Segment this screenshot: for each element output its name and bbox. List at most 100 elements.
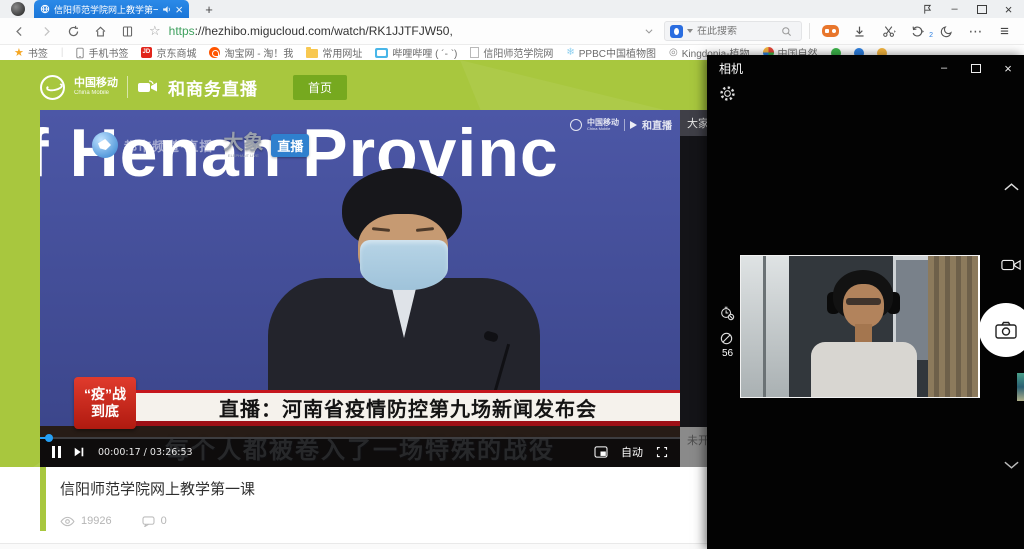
- collapse-chevron-icon[interactable]: [635, 26, 662, 36]
- page-icon: [470, 47, 479, 58]
- elephant-live-logo: 大象 ELEPHANT LIVE: [223, 133, 263, 158]
- camera-maximize-button[interactable]: [971, 64, 981, 73]
- bookmark-item[interactable]: 信阳师范学院网: [470, 45, 553, 60]
- news-banner: 直播：河南省疫情防控第九场新闻发布会: [136, 390, 680, 426]
- bookmark-item[interactable]: 手机书签: [76, 45, 128, 60]
- reading-list-icon[interactable]: [114, 25, 141, 38]
- browser-window-controls: [914, 0, 1022, 18]
- china-mobile-logo-text: 中国移动 China Mobile: [74, 78, 118, 96]
- bright-window: [741, 256, 789, 398]
- speaker-face-mask: [360, 240, 448, 290]
- header-divider: [127, 76, 128, 98]
- download-icon[interactable]: [846, 25, 873, 38]
- player-control-bar: 00:00:17 / 03:26:53 自动: [40, 437, 680, 467]
- undo-count-badge: 2: [929, 32, 933, 39]
- home-nav-button[interactable]: 首页: [293, 75, 347, 100]
- globe-icon: [40, 4, 50, 14]
- camera-title-bar[interactable]: 相机: [707, 55, 1024, 81]
- webcam-preview: [740, 255, 980, 398]
- pause-button[interactable]: [52, 446, 61, 458]
- quality-selector[interactable]: 自动: [621, 444, 643, 460]
- person-tshirt: [811, 342, 917, 398]
- exposure-value: 56: [722, 348, 733, 359]
- video-title: 信阳师范学院网上教学第一课: [60, 478, 255, 499]
- back-button[interactable]: [6, 25, 33, 38]
- chevron-up-icon[interactable]: [1003, 182, 1020, 192]
- bookmark-item[interactable]: 哔哩哔哩 ( ´- `): [375, 45, 457, 60]
- playback-time: 00:00:17 / 03:26:53: [98, 447, 193, 458]
- screenshot-scissors-icon[interactable]: [875, 25, 902, 38]
- exposure-icon[interactable]: [719, 331, 734, 346]
- camera-settings-gear-icon[interactable]: [719, 85, 736, 102]
- curtain: [928, 256, 978, 398]
- epidemic-badge: “疫”战到底: [74, 377, 136, 429]
- toolbar-search-box[interactable]: [664, 21, 802, 41]
- browser-minimize-button[interactable]: [941, 0, 968, 18]
- video-mode-button[interactable]: [1001, 258, 1021, 272]
- night-mode-moon-icon[interactable]: [933, 25, 960, 38]
- next-button[interactable]: [73, 446, 85, 458]
- search-icon[interactable]: [781, 26, 792, 37]
- person-glasses: [846, 298, 881, 305]
- more-options-icon[interactable]: [962, 23, 989, 40]
- forward-button[interactable]: [33, 25, 60, 38]
- game-center-icon[interactable]: [817, 25, 844, 37]
- camera-app-window: 相机 56: [707, 55, 1024, 549]
- site-header: 中国移动 China Mobile 和商务直播 首页: [40, 71, 347, 103]
- url-text[interactable]: https://hezhibo.migucloud.com/watch/RK1J…: [169, 24, 453, 38]
- camera-window-title: 相机: [719, 60, 743, 77]
- jd-icon: [141, 47, 152, 58]
- browser-maximize-button[interactable]: [977, 5, 987, 14]
- history-undo-icon[interactable]: 2: [904, 25, 931, 38]
- refresh-button[interactable]: [60, 25, 87, 38]
- search-engine-icon[interactable]: [670, 25, 683, 38]
- star-icon: ★: [14, 46, 24, 59]
- folder-icon: [306, 49, 318, 58]
- search-engine-dropdown-icon[interactable]: [687, 29, 693, 33]
- browser-close-button[interactable]: [995, 0, 1022, 18]
- main-menu-icon[interactable]: [991, 23, 1018, 40]
- watermark-right: 中国移动China Mobile 和直播: [570, 117, 672, 132]
- bookmark-item[interactable]: ❄PPBC中国植物图: [566, 45, 656, 60]
- person-face: [843, 284, 884, 328]
- pip-icon[interactable]: [594, 446, 608, 458]
- comment-bubble-icon: [142, 516, 155, 527]
- take-photo-button[interactable]: [979, 303, 1024, 357]
- bookmark-item[interactable]: 淘宝网 - 淘！我: [209, 45, 293, 60]
- photo-timer-icon[interactable]: [719, 305, 735, 321]
- bookmark-item[interactable]: ★书签: [14, 45, 48, 60]
- site-name: 和商务直播: [168, 75, 258, 100]
- photo-thumbnail[interactable]: [1017, 373, 1024, 401]
- taobao-icon: [209, 47, 220, 58]
- tab-audio-icon[interactable]: [162, 5, 171, 14]
- tab-title: 信阳师范学院网上教学第一课: [54, 3, 158, 16]
- snowflake-icon: ❄: [566, 47, 574, 58]
- toolbar-right-tools: 2: [635, 21, 1018, 41]
- address-bar[interactable]: ☆ https://hezhibo.migucloud.com/watch/RK…: [149, 23, 453, 39]
- favorite-star-icon[interactable]: ☆: [149, 23, 161, 39]
- eye-icon: [60, 516, 75, 527]
- ring-icon: ◎: [669, 47, 678, 58]
- progress-handle[interactable]: [45, 434, 53, 442]
- feedback-flag-icon[interactable]: [914, 0, 941, 18]
- tab-close-icon[interactable]: [175, 2, 183, 17]
- video-player[interactable]: f Henan Provinc 都市频道·直播 大象 ELEPHANT LIVE…: [40, 110, 680, 467]
- camera-minimize-button[interactable]: [928, 55, 960, 81]
- browser-toolbar: ☆ https://hezhibo.migucloud.com/watch/RK…: [0, 18, 1024, 45]
- comment-count: 0: [142, 515, 167, 527]
- profile-avatar[interactable]: [11, 2, 25, 16]
- channel-logo-icon: [92, 132, 118, 158]
- bookmark-folder[interactable]: 常用网址: [306, 45, 362, 60]
- camera-close-button[interactable]: [992, 55, 1024, 81]
- chevron-down-icon[interactable]: [1003, 460, 1020, 470]
- progress-bar[interactable]: [40, 437, 680, 439]
- new-tab-button[interactable]: +: [201, 2, 217, 17]
- active-tab[interactable]: 信阳师范学院网上教学第一课: [34, 0, 189, 18]
- home-button[interactable]: [87, 25, 114, 38]
- bookmarks-divider: |: [61, 47, 64, 58]
- fullscreen-icon[interactable]: [656, 446, 668, 458]
- china-mobile-logo-icon: [40, 75, 65, 100]
- video-stats: 19926 0: [60, 515, 167, 527]
- search-input[interactable]: [697, 26, 777, 37]
- bookmark-item[interactable]: 京东商城: [141, 45, 196, 60]
